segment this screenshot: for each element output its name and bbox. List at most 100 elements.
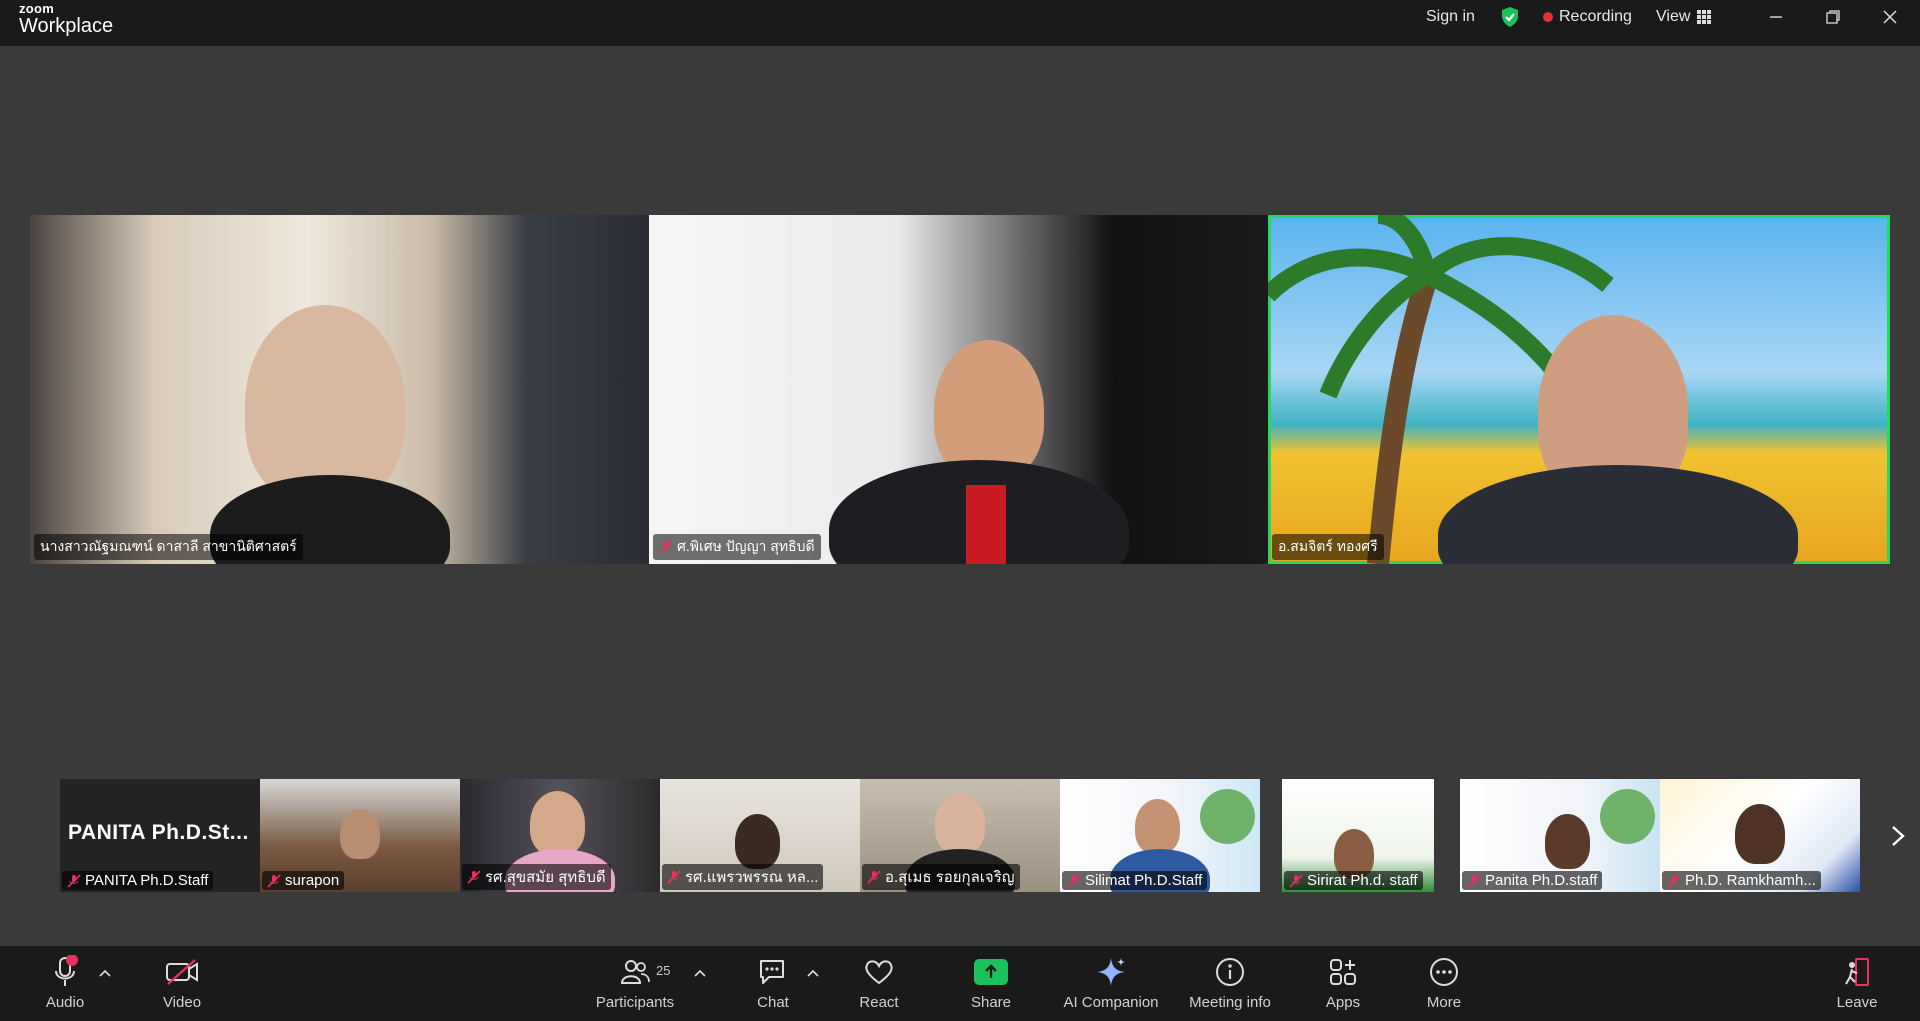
mic-muted-icon [67, 873, 81, 888]
participant-name: surapon [285, 872, 340, 889]
minimize-button[interactable] [1748, 0, 1804, 34]
leave-label: Leave [1836, 994, 1878, 1011]
participant-video [1545, 814, 1590, 869]
participant-name: Panita Ph.D.staff [1485, 872, 1598, 889]
audio-options-caret[interactable] [96, 964, 114, 982]
participant-video [934, 340, 1044, 480]
more-button[interactable]: More [1399, 954, 1489, 1011]
chevron-up-icon [694, 969, 706, 977]
leave-button[interactable]: Leave [1812, 954, 1902, 1011]
mic-muted-icon [1467, 873, 1481, 888]
participant-name-tag: surapon [262, 871, 345, 890]
participant-name: อ.สุเมธ รอยกุลเจริญ [885, 869, 1015, 886]
mic-muted-icon [1289, 873, 1303, 888]
participant-name: ศ.พิเศษ ปัญญา สุทธิบดี [677, 538, 815, 554]
filmstrip-tile[interactable]: Silimat Ph.D.Staff [1060, 779, 1260, 892]
filmstrip-tile[interactable]: รศ.สุขสมัย สุทธิบดี [460, 779, 660, 892]
chevron-up-icon [807, 969, 819, 977]
participant-name-tag: รศ.สุขสมัย สุทธิบดี [462, 864, 611, 890]
participant-name-tag: อ.สมจิตร์ ทองศรี [1272, 534, 1384, 560]
mic-muted-icon [667, 870, 681, 884]
meeting-info-button[interactable]: Meeting info [1185, 954, 1275, 1011]
chat-options-caret[interactable] [804, 964, 822, 982]
share-button[interactable]: Share [946, 954, 1036, 1011]
chat-button[interactable]: Chat [728, 954, 818, 1011]
view-button[interactable]: View [1656, 0, 1712, 34]
react-label: React [859, 994, 899, 1011]
grid-icon [1697, 10, 1712, 24]
filmstrip-tile[interactable]: อ.สุเมธ รอยกุลเจริญ [860, 779, 1060, 892]
participant-name: นางสาวณัฐมณฑน์ ดาสาลี สาขานิติศาสตร์ [40, 538, 297, 554]
participant-video [935, 794, 985, 854]
ai-companion-button[interactable]: AI Companion [1050, 954, 1172, 1011]
restore-button[interactable] [1805, 0, 1861, 34]
participants-options-caret[interactable] [691, 964, 709, 982]
mic-muted-icon [867, 870, 881, 884]
participant-video [735, 814, 780, 869]
tie [966, 485, 1006, 564]
participant-filmstrip: PANITA Ph.D.St... PANITA Ph.D.Staff sura… [60, 779, 1861, 892]
recording-label: Recording [1559, 8, 1632, 25]
video-off-icon [165, 954, 199, 990]
recording-indicator[interactable]: Recording [1543, 0, 1632, 34]
zoom-logo: zoom Workplace [19, 2, 113, 36]
apps-button[interactable]: Apps [1298, 954, 1388, 1011]
participant-name-tag: Ph.D. Ramkhamh... [1662, 871, 1821, 890]
chat-label: Chat [757, 994, 789, 1011]
participants-count: 25 [656, 963, 671, 978]
participant-video [530, 791, 585, 856]
view-label: View [1656, 8, 1691, 25]
share-screen-icon [974, 954, 1008, 990]
sparkle-icon [1095, 954, 1127, 990]
sign-in-button[interactable]: Sign in [1426, 0, 1475, 34]
video-tile-3-active-speaker[interactable]: อ.สมจิตร์ ทองศรี [1268, 215, 1890, 564]
participant-name-tag: Silimat Ph.D.Staff [1062, 871, 1208, 890]
participants-label: Participants [595, 994, 675, 1011]
filmstrip-tile[interactable]: รศ.แพรวพรรณ หล... [660, 779, 860, 892]
participant-name-tag: ศ.พิเศษ ปัญญา สุทธิบดี [653, 534, 821, 560]
recording-dot-icon [1543, 12, 1553, 22]
more-label: More [1426, 994, 1462, 1011]
mic-muted-icon [659, 540, 673, 554]
participant-name: รศ.แพรวพรรณ หล... [685, 869, 819, 886]
filmstrip-tile[interactable]: surapon [260, 779, 460, 892]
university-emblem [1600, 789, 1655, 844]
react-button[interactable]: React [834, 954, 924, 1011]
apps-icon [1328, 954, 1358, 990]
filmstrip-next-button[interactable] [1884, 822, 1912, 850]
participant-name: Ph.D. Ramkhamh... [1685, 872, 1816, 889]
participant-avatar-name: PANITA Ph.D.St... [68, 821, 249, 844]
chevron-right-icon [1892, 826, 1905, 846]
participant-name-tag: PANITA Ph.D.Staff [62, 871, 214, 890]
meeting-toolbar: Audio Video Participants 25 Chat React S… [0, 946, 1920, 1021]
participant-name-tag: รศ.แพรวพรรณ หล... [662, 864, 824, 890]
audio-button[interactable]: Audio [20, 954, 110, 1011]
title-bar: zoom Workplace Sign in Recording View [0, 0, 1920, 46]
participants-icon [620, 954, 650, 990]
video-button[interactable]: Video [137, 954, 227, 1011]
video-label: Video [162, 994, 202, 1011]
close-button[interactable] [1862, 0, 1918, 34]
brand-big: Workplace [19, 15, 114, 37]
filmstrip-tile[interactable]: PANITA Ph.D.St... PANITA Ph.D.Staff [60, 779, 260, 892]
microphone-icon [50, 954, 80, 990]
mic-muted-icon [267, 873, 281, 888]
filmstrip-tile[interactable]: Panita Ph.D.staff [1460, 779, 1660, 892]
participant-name: Sirirat Ph.d. staff [1307, 872, 1418, 889]
meeting-info-label: Meeting info [1189, 994, 1271, 1011]
filmstrip-tile[interactable]: Ph.D. Ramkhamh... [1660, 779, 1860, 892]
mic-muted-icon [1667, 873, 1681, 888]
share-label: Share [970, 994, 1012, 1011]
info-icon [1214, 954, 1246, 990]
participant-name-tag: อ.สุเมธ รอยกุลเจริญ [862, 864, 1020, 890]
video-tile-1[interactable]: นางสาวณัฐมณฑน์ ดาสาลี สาขานิติศาสตร์ [30, 215, 649, 564]
video-tile-2[interactable]: ศ.พิเศษ ปัญญา สุทธิบดี [649, 215, 1268, 564]
security-shield-icon[interactable] [1500, 0, 1520, 34]
brand-small: zoom [19, 1, 55, 16]
participant-name-tag: นางสาวณัฐมณฑน์ ดาสาลี สาขานิติศาสตร์ [34, 534, 303, 560]
mic-muted-icon [467, 870, 481, 884]
participant-name: อ.สมจิตร์ ทองศรี [1278, 538, 1378, 554]
participant-video [340, 809, 380, 859]
filmstrip-tile[interactable]: Sirirat Ph.d. staff [1282, 779, 1434, 892]
participant-name: Silimat Ph.D.Staff [1085, 872, 1203, 889]
